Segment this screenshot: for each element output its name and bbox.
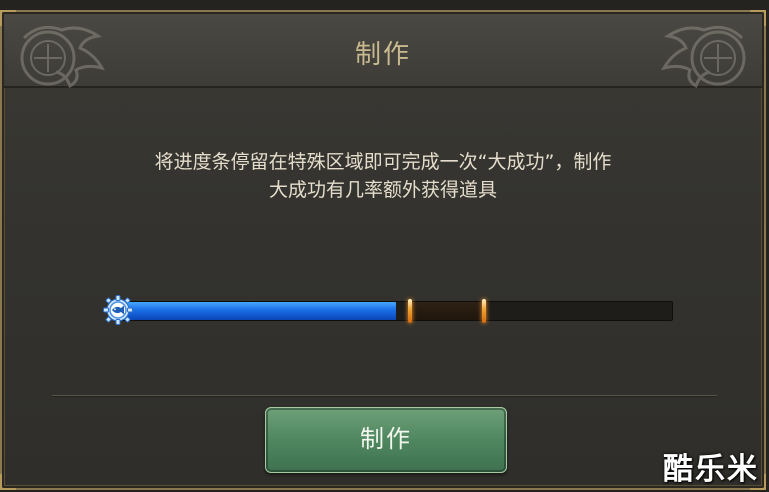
zone-end-marker — [482, 299, 487, 323]
special-success-zone — [409, 302, 485, 320]
craft-button[interactable]: 制作 — [265, 407, 507, 473]
watermark-text: 酷乐米 — [663, 452, 759, 487]
frame-corner — [0, 474, 16, 490]
progress-fill — [120, 302, 396, 320]
instruction-line: 大成功有几率额外获得道具 — [268, 179, 497, 201]
dragon-emblem-icon — [660, 25, 746, 89]
zone-start-marker — [407, 299, 412, 323]
instruction-text: 将进度条停留在特殊区域即可完成一次“大成功”，制作 大成功有几率额外获得道具 — [60, 148, 706, 204]
fish-gear-icon — [103, 295, 133, 325]
button-divider — [52, 395, 717, 397]
dialog-title-bar: 制作 — [4, 14, 762, 89]
craft-progress-bar — [119, 299, 673, 323]
instruction-line: 将进度条停留在特殊区域即可完成一次“大成功”，制作 — [154, 151, 612, 173]
dialog-title: 制作 — [354, 40, 411, 70]
